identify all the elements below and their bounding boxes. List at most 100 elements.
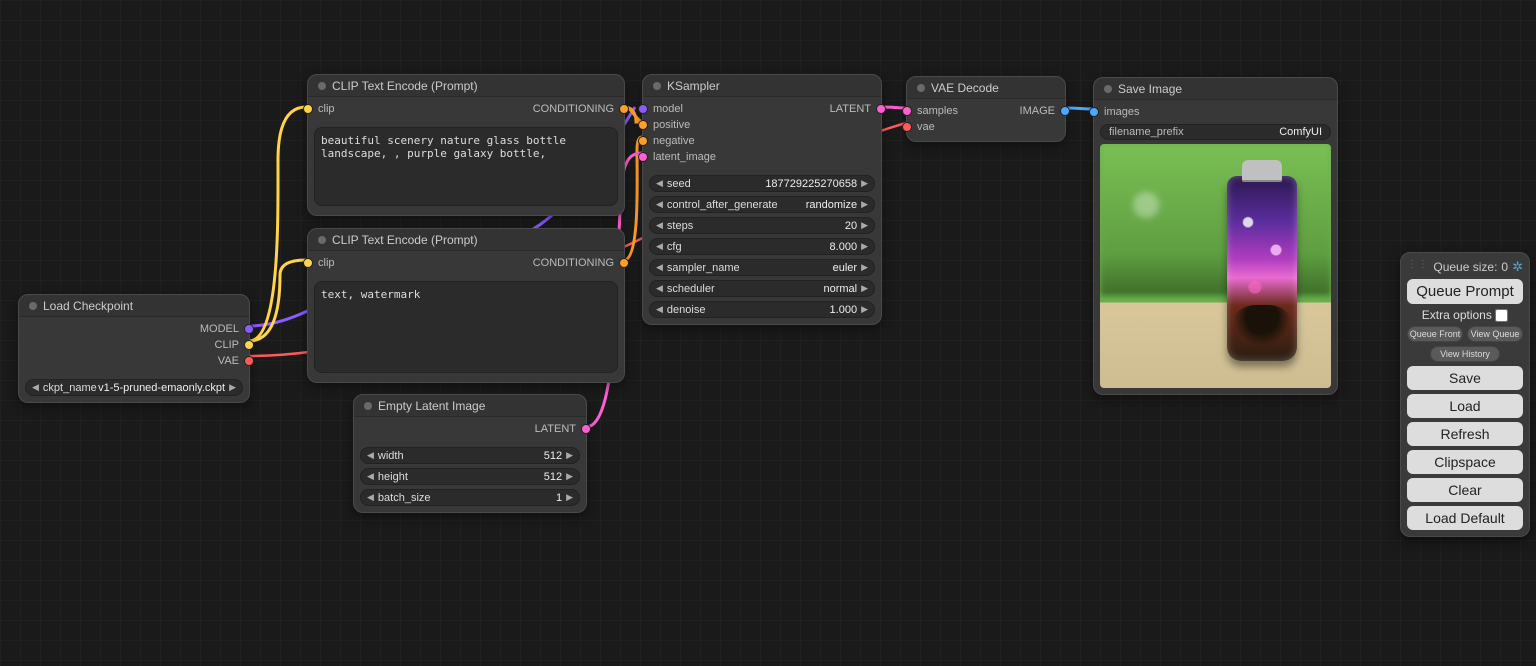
node-load-checkpoint[interactable]: Load Checkpoint MODEL CLIP VAE ◀ ckpt_na… (18, 294, 250, 403)
node-ksampler[interactable]: KSampler model LATENT positive negative … (642, 74, 882, 325)
arrow-left-icon[interactable]: ◀ (32, 382, 39, 393)
arrow-left-icon[interactable]: ◀ (367, 492, 374, 503)
arrow-left-icon[interactable]: ◀ (656, 241, 663, 252)
node-title[interactable]: Load Checkpoint (19, 295, 249, 317)
port-latent-in[interactable] (638, 152, 648, 162)
queue-prompt-button[interactable]: Queue Prompt (1407, 279, 1523, 304)
load-button[interactable]: Load (1407, 394, 1523, 418)
clear-button[interactable]: Clear (1407, 478, 1523, 502)
port-samples-in[interactable] (902, 106, 912, 116)
input-vae-label: vae (917, 121, 935, 133)
node-empty-latent[interactable]: Empty Latent Image LATENT ◀width512▶ ◀he… (353, 394, 587, 513)
param-control-after-generate[interactable]: ◀control_after_generaterandomize▶ (649, 196, 875, 213)
node-title[interactable]: KSampler (643, 75, 881, 97)
arrow-right-icon[interactable]: ▶ (566, 450, 573, 461)
arrow-right-icon[interactable]: ▶ (861, 220, 868, 231)
port-conditioning-out[interactable] (619, 258, 629, 268)
input-negative-label: negative (653, 135, 695, 147)
port-image-out[interactable] (1060, 106, 1070, 116)
arrow-right-icon[interactable]: ▶ (566, 492, 573, 503)
output-conditioning-label: CONDITIONING (533, 257, 614, 269)
queue-size-value: 0 (1501, 260, 1508, 274)
arrow-left-icon[interactable]: ◀ (656, 304, 663, 315)
port-latent-out[interactable] (876, 104, 886, 114)
node-title[interactable]: Empty Latent Image (354, 395, 586, 417)
drag-handle-icon[interactable]: ⋮⋮ (1407, 259, 1429, 270)
arrow-right-icon[interactable]: ▶ (861, 241, 868, 252)
prompt-textarea[interactable] (314, 127, 618, 206)
param-scheduler[interactable]: ◀schedulernormal▶ (649, 280, 875, 297)
param-filename-prefix[interactable]: filename_prefix ComfyUI (1100, 124, 1331, 140)
node-title[interactable]: CLIP Text Encode (Prompt) (308, 229, 624, 251)
port-negative-in[interactable] (638, 136, 648, 146)
node-clip-encode-negative[interactable]: CLIP Text Encode (Prompt) clip CONDITION… (307, 228, 625, 383)
param-cfg[interactable]: ◀cfg8.000▶ (649, 238, 875, 255)
output-clip-label: CLIP (215, 339, 239, 351)
input-clip-label: clip (318, 257, 335, 269)
view-history-button[interactable]: View History (1430, 346, 1500, 362)
output-image-label: IMAGE (1020, 105, 1055, 117)
view-queue-button[interactable]: View Queue (1467, 326, 1523, 342)
save-button[interactable]: Save (1407, 366, 1523, 390)
extra-options-label: Extra options (1422, 308, 1492, 322)
arrow-right-icon[interactable]: ▶ (861, 262, 868, 273)
arrow-right-icon[interactable]: ▶ (861, 304, 868, 315)
control-panel[interactable]: ⋮⋮ Queue size: 0 ✲ Queue Prompt Extra op… (1400, 252, 1530, 537)
output-latent-label: LATENT (830, 103, 871, 115)
output-image-preview[interactable] (1100, 144, 1331, 388)
port-vae-in[interactable] (902, 122, 912, 132)
port-model-in[interactable] (638, 104, 648, 114)
param-width[interactable]: ◀width512▶ (360, 447, 580, 464)
output-vae-label: VAE (218, 355, 239, 367)
prompt-textarea[interactable] (314, 281, 618, 373)
arrow-right-icon[interactable]: ▶ (861, 178, 868, 189)
extra-options-checkbox[interactable] (1495, 309, 1508, 322)
output-conditioning-label: CONDITIONING (533, 103, 614, 115)
param-seed[interactable]: ◀seed187729225270658▶ (649, 175, 875, 192)
port-latent-out[interactable] (581, 424, 591, 434)
node-vae-decode[interactable]: VAE Decode samples IMAGE vae (906, 76, 1066, 142)
arrow-right-icon[interactable]: ▶ (566, 471, 573, 482)
param-ckpt-name[interactable]: ◀ ckpt_name v1-5-pruned-emaonly.ckpt ▶ (25, 379, 243, 396)
node-title[interactable]: VAE Decode (907, 77, 1065, 99)
input-samples-label: samples (917, 105, 958, 117)
queue-size-label: Queue size: (1433, 260, 1497, 274)
arrow-left-icon[interactable]: ◀ (656, 178, 663, 189)
load-default-button[interactable]: Load Default (1407, 506, 1523, 530)
arrow-right-icon[interactable]: ▶ (229, 382, 236, 393)
input-images-label: images (1104, 106, 1139, 118)
input-model-label: model (653, 103, 683, 115)
port-vae-out[interactable] (244, 356, 254, 366)
output-model-label: MODEL (200, 323, 239, 335)
gear-icon[interactable]: ✲ (1512, 259, 1523, 275)
port-positive-in[interactable] (638, 120, 648, 130)
port-model-out[interactable] (244, 324, 254, 334)
param-denoise[interactable]: ◀denoise1.000▶ (649, 301, 875, 318)
port-conditioning-out[interactable] (619, 104, 629, 114)
arrow-left-icon[interactable]: ◀ (656, 283, 663, 294)
arrow-left-icon[interactable]: ◀ (656, 262, 663, 273)
queue-front-button[interactable]: Queue Front (1407, 326, 1463, 342)
port-images-in[interactable] (1089, 107, 1099, 117)
port-clip-out[interactable] (244, 340, 254, 350)
param-batch-size[interactable]: ◀batch_size1▶ (360, 489, 580, 506)
arrow-left-icon[interactable]: ◀ (367, 471, 374, 482)
node-title[interactable]: Save Image (1094, 78, 1337, 100)
arrow-left-icon[interactable]: ◀ (367, 450, 374, 461)
param-height[interactable]: ◀height512▶ (360, 468, 580, 485)
param-sampler-name[interactable]: ◀sampler_nameeuler▶ (649, 259, 875, 276)
param-steps[interactable]: ◀steps20▶ (649, 217, 875, 234)
clipspace-button[interactable]: Clipspace (1407, 450, 1523, 474)
refresh-button[interactable]: Refresh (1407, 422, 1523, 446)
port-clip-in[interactable] (303, 258, 313, 268)
arrow-left-icon[interactable]: ◀ (656, 199, 663, 210)
arrow-left-icon[interactable]: ◀ (656, 220, 663, 231)
node-title[interactable]: CLIP Text Encode (Prompt) (308, 75, 624, 97)
input-latent-label: latent_image (653, 151, 716, 163)
node-clip-encode-positive[interactable]: CLIP Text Encode (Prompt) clip CONDITION… (307, 74, 625, 216)
arrow-right-icon[interactable]: ▶ (861, 199, 868, 210)
output-latent-label: LATENT (535, 423, 576, 435)
port-clip-in[interactable] (303, 104, 313, 114)
arrow-right-icon[interactable]: ▶ (861, 283, 868, 294)
node-save-image[interactable]: Save Image images filename_prefix ComfyU… (1093, 77, 1338, 395)
